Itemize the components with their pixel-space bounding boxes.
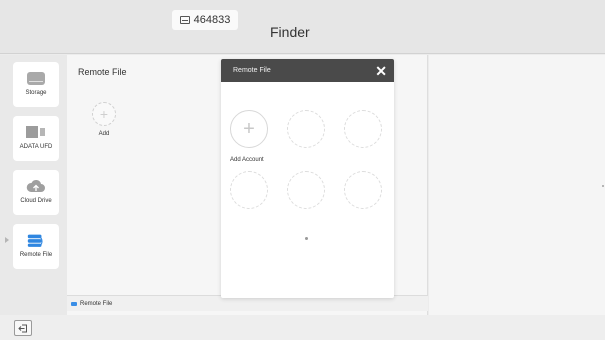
sidebar-expand-arrow-icon[interactable] xyxy=(5,237,9,243)
storage-icon xyxy=(27,71,45,85)
remote-file-icon xyxy=(71,301,77,306)
add-button[interactable]: + xyxy=(92,102,116,126)
screen-code-icon xyxy=(179,16,190,24)
connection-code: 464833 xyxy=(193,14,231,26)
add-label: Add xyxy=(98,131,110,137)
close-icon[interactable]: ✕ xyxy=(375,64,387,78)
sidebar-item-adata-ufd[interactable]: ADATA UFD xyxy=(13,116,59,161)
usb-drive-icon xyxy=(26,126,46,138)
sidebar-item-cloud-drive[interactable]: Cloud Drive xyxy=(13,170,59,215)
add-account-button[interactable]: + xyxy=(230,110,268,148)
bottom-bar xyxy=(0,315,605,340)
account-slot xyxy=(344,171,382,209)
status-label: Remote File xyxy=(80,300,113,307)
account-slot xyxy=(287,171,325,209)
connection-code-chip[interactable]: 464833 xyxy=(172,10,238,30)
remote-file-icon xyxy=(27,234,43,247)
remote-file-dialog: Remote File ✕ + Add Account xyxy=(221,59,394,298)
top-bar: 464833 Finder xyxy=(0,0,605,54)
exit-icon xyxy=(18,324,27,332)
sidebar-item-label: ADATA UFD xyxy=(19,144,53,150)
account-slot xyxy=(230,171,268,209)
page-title: Remote File xyxy=(78,67,127,77)
plus-icon: + xyxy=(243,117,255,140)
account-slot xyxy=(344,110,382,148)
cloud-upload-icon xyxy=(26,179,45,192)
exit-button[interactable] xyxy=(14,320,32,336)
window-title: Finder xyxy=(270,24,310,40)
sidebar-item-storage[interactable]: Storage xyxy=(13,62,59,107)
sidebar-item-label: Cloud Drive xyxy=(20,198,52,204)
sidebar: Storage ADATA UFD Cloud Drive Remote Fil… xyxy=(0,55,67,315)
sidebar-item-label: Storage xyxy=(25,90,47,96)
dialog-title: Remote File xyxy=(233,67,271,74)
sidebar-item-remote-file[interactable]: Remote File xyxy=(13,224,59,269)
page-indicator-dot[interactable] xyxy=(305,237,308,240)
dialog-header: Remote File ✕ xyxy=(221,59,394,82)
sidebar-item-label: Remote File xyxy=(19,252,53,258)
add-account-label: Add Account xyxy=(230,157,264,163)
preview-panel xyxy=(429,55,605,315)
plus-icon: + xyxy=(99,106,109,122)
account-slot xyxy=(287,110,325,148)
right-edge-handle-icon[interactable] xyxy=(602,185,604,187)
